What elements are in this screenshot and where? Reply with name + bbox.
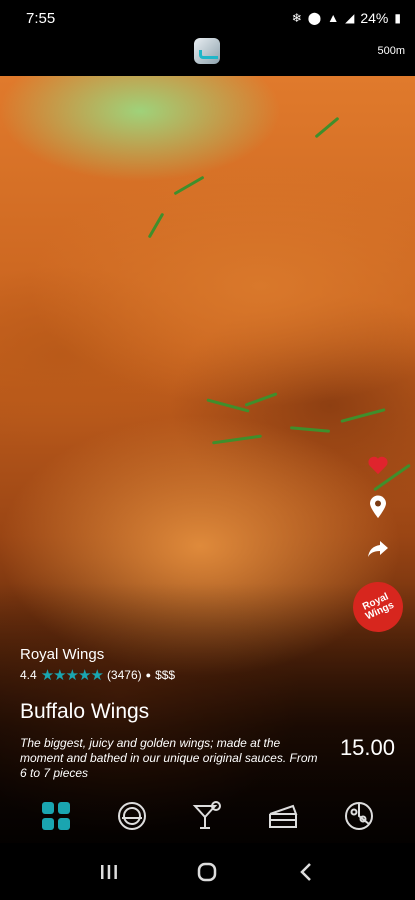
herb-garnish xyxy=(340,408,386,423)
separator-dot: ● xyxy=(145,670,152,680)
grid-icon xyxy=(41,802,70,830)
herb-garnish xyxy=(147,212,165,239)
herb-garnish xyxy=(244,392,278,407)
herb-garnish xyxy=(289,426,331,433)
dish-info: Royal Wings 4.4 ★★★★★ (3476) ● $$$ Buffa… xyxy=(20,646,400,724)
star-rating-icon: ★★★★★ xyxy=(40,667,104,684)
side-actions: Royal Wings xyxy=(344,450,412,641)
location-button[interactable] xyxy=(364,492,392,522)
snowflake-icon: ❄ xyxy=(291,11,302,25)
back-icon xyxy=(300,862,311,881)
cake-icon xyxy=(269,804,298,828)
dish-price: 15.00 xyxy=(339,735,395,760)
app-logo[interactable] xyxy=(194,38,220,64)
location-pin-icon xyxy=(370,495,386,518)
price-level: $$$ xyxy=(155,668,176,682)
pizza-icon xyxy=(345,802,374,830)
review-count: (3476) xyxy=(106,668,142,682)
dish-description: The biggest, juicy and golden wings; mad… xyxy=(20,736,318,780)
herb-garnish xyxy=(206,398,250,413)
recents-button[interactable] xyxy=(94,857,124,887)
location-status-icon: ⬤ xyxy=(307,11,322,25)
herb-garnish xyxy=(173,175,205,196)
home-icon xyxy=(198,862,217,881)
tab-dishes[interactable] xyxy=(114,798,150,834)
signal-icon: ◢ xyxy=(345,11,355,25)
tab-drinks[interactable] xyxy=(189,798,225,834)
recents-icon xyxy=(101,864,118,879)
dish-name: Buffalo Wings xyxy=(20,700,150,723)
distance-label: 500m xyxy=(377,45,405,57)
tab-desserts[interactable] xyxy=(265,798,301,834)
restaurant-name[interactable]: Royal Wings xyxy=(20,646,400,663)
app-header: 500m xyxy=(0,36,415,76)
battery-icon: ▮ xyxy=(394,11,401,25)
tab-pizza[interactable] xyxy=(341,798,377,834)
wifi-icon: ▲ xyxy=(327,11,340,25)
rating-value: 4.4 xyxy=(20,668,37,682)
herb-garnish xyxy=(212,434,262,445)
cocktail-icon xyxy=(193,801,222,829)
rating-row: 4.4 ★★★★★ (3476) ● $$$ xyxy=(20,666,400,684)
back-button[interactable] xyxy=(291,857,321,887)
plate-icon xyxy=(117,802,146,830)
system-nav-bar xyxy=(0,843,415,900)
tab-all[interactable] xyxy=(38,798,74,834)
share-icon xyxy=(368,541,388,557)
badge-text: Royal Wings xyxy=(361,591,396,623)
home-button[interactable] xyxy=(192,857,222,887)
favorite-button[interactable] xyxy=(364,450,392,480)
heart-icon xyxy=(368,456,388,475)
herb-garnish xyxy=(314,116,340,139)
status-icons: ❄ ⬤ ▲ ◢ 24% ▮ xyxy=(292,10,401,26)
restaurant-logo-badge[interactable]: Royal Wings xyxy=(344,573,412,641)
status-time: 7:55 xyxy=(26,9,56,27)
status-bar: 7:55 ❄ ⬤ ▲ ◢ 24% ▮ xyxy=(0,0,415,36)
battery-level: 24% xyxy=(360,10,389,26)
share-button[interactable] xyxy=(364,534,392,564)
category-tab-bar xyxy=(0,790,415,842)
